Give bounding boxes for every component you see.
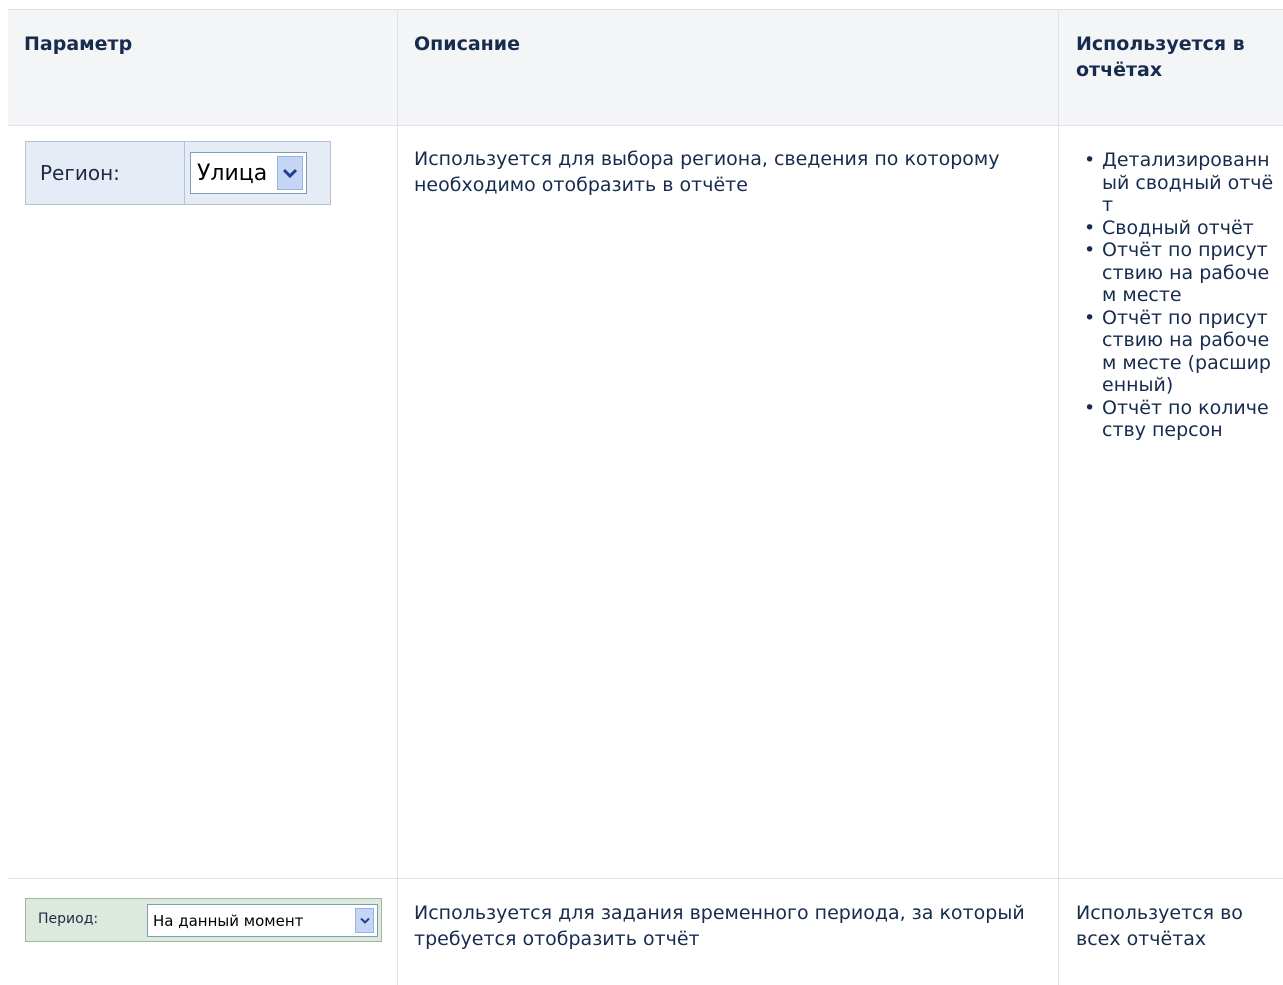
list-item: • Сводный отчёт: [1084, 216, 1254, 239]
row-period-used-in: Используется во всех отчётах: [1076, 902, 1243, 950]
row-region-description: Используется для выбора региона, сведени…: [414, 148, 1000, 196]
list-item: • Отчёт по присутствию на рабочем месте: [1084, 239, 1270, 306]
header-parameter: Параметр: [24, 33, 133, 55]
list-item: • Отчёт по количеству персон: [1084, 396, 1269, 442]
column-divider-1: [397, 9, 398, 985]
chevron-down-icon[interactable]: [355, 908, 374, 933]
row-divider: [8, 878, 1283, 879]
list-item: • Детализированный сводный отчёт: [1084, 149, 1274, 216]
period-select[interactable]: На данный момент: [147, 904, 378, 937]
column-divider-2: [1058, 9, 1059, 985]
region-filter-widget: Регион: Улица: [25, 141, 331, 205]
region-divider: [184, 142, 185, 204]
period-label: Период:: [38, 911, 99, 927]
header-description: Описание: [414, 33, 521, 55]
region-select[interactable]: Улица: [190, 152, 307, 194]
row-period-description: Используется для задания временного пери…: [414, 902, 1025, 950]
region-selected-value: Улица: [197, 161, 268, 186]
chevron-down-icon[interactable]: [277, 156, 303, 190]
period-selected-value: На данный момент: [153, 912, 304, 930]
list-item: • Отчёт по присутствию на рабочем месте (…: [1084, 306, 1271, 397]
header-used-in-reports: Используется в отчётах: [1076, 33, 1245, 81]
header-divider: [8, 125, 1283, 126]
row-region-used-in-list: • Детализированный сводный отчёт • Сводный…: [1076, 149, 1276, 442]
region-label: Регион:: [40, 161, 120, 185]
period-filter-widget: Период: На данный момент: [25, 898, 382, 942]
table-border-top: [8, 9, 1283, 10]
